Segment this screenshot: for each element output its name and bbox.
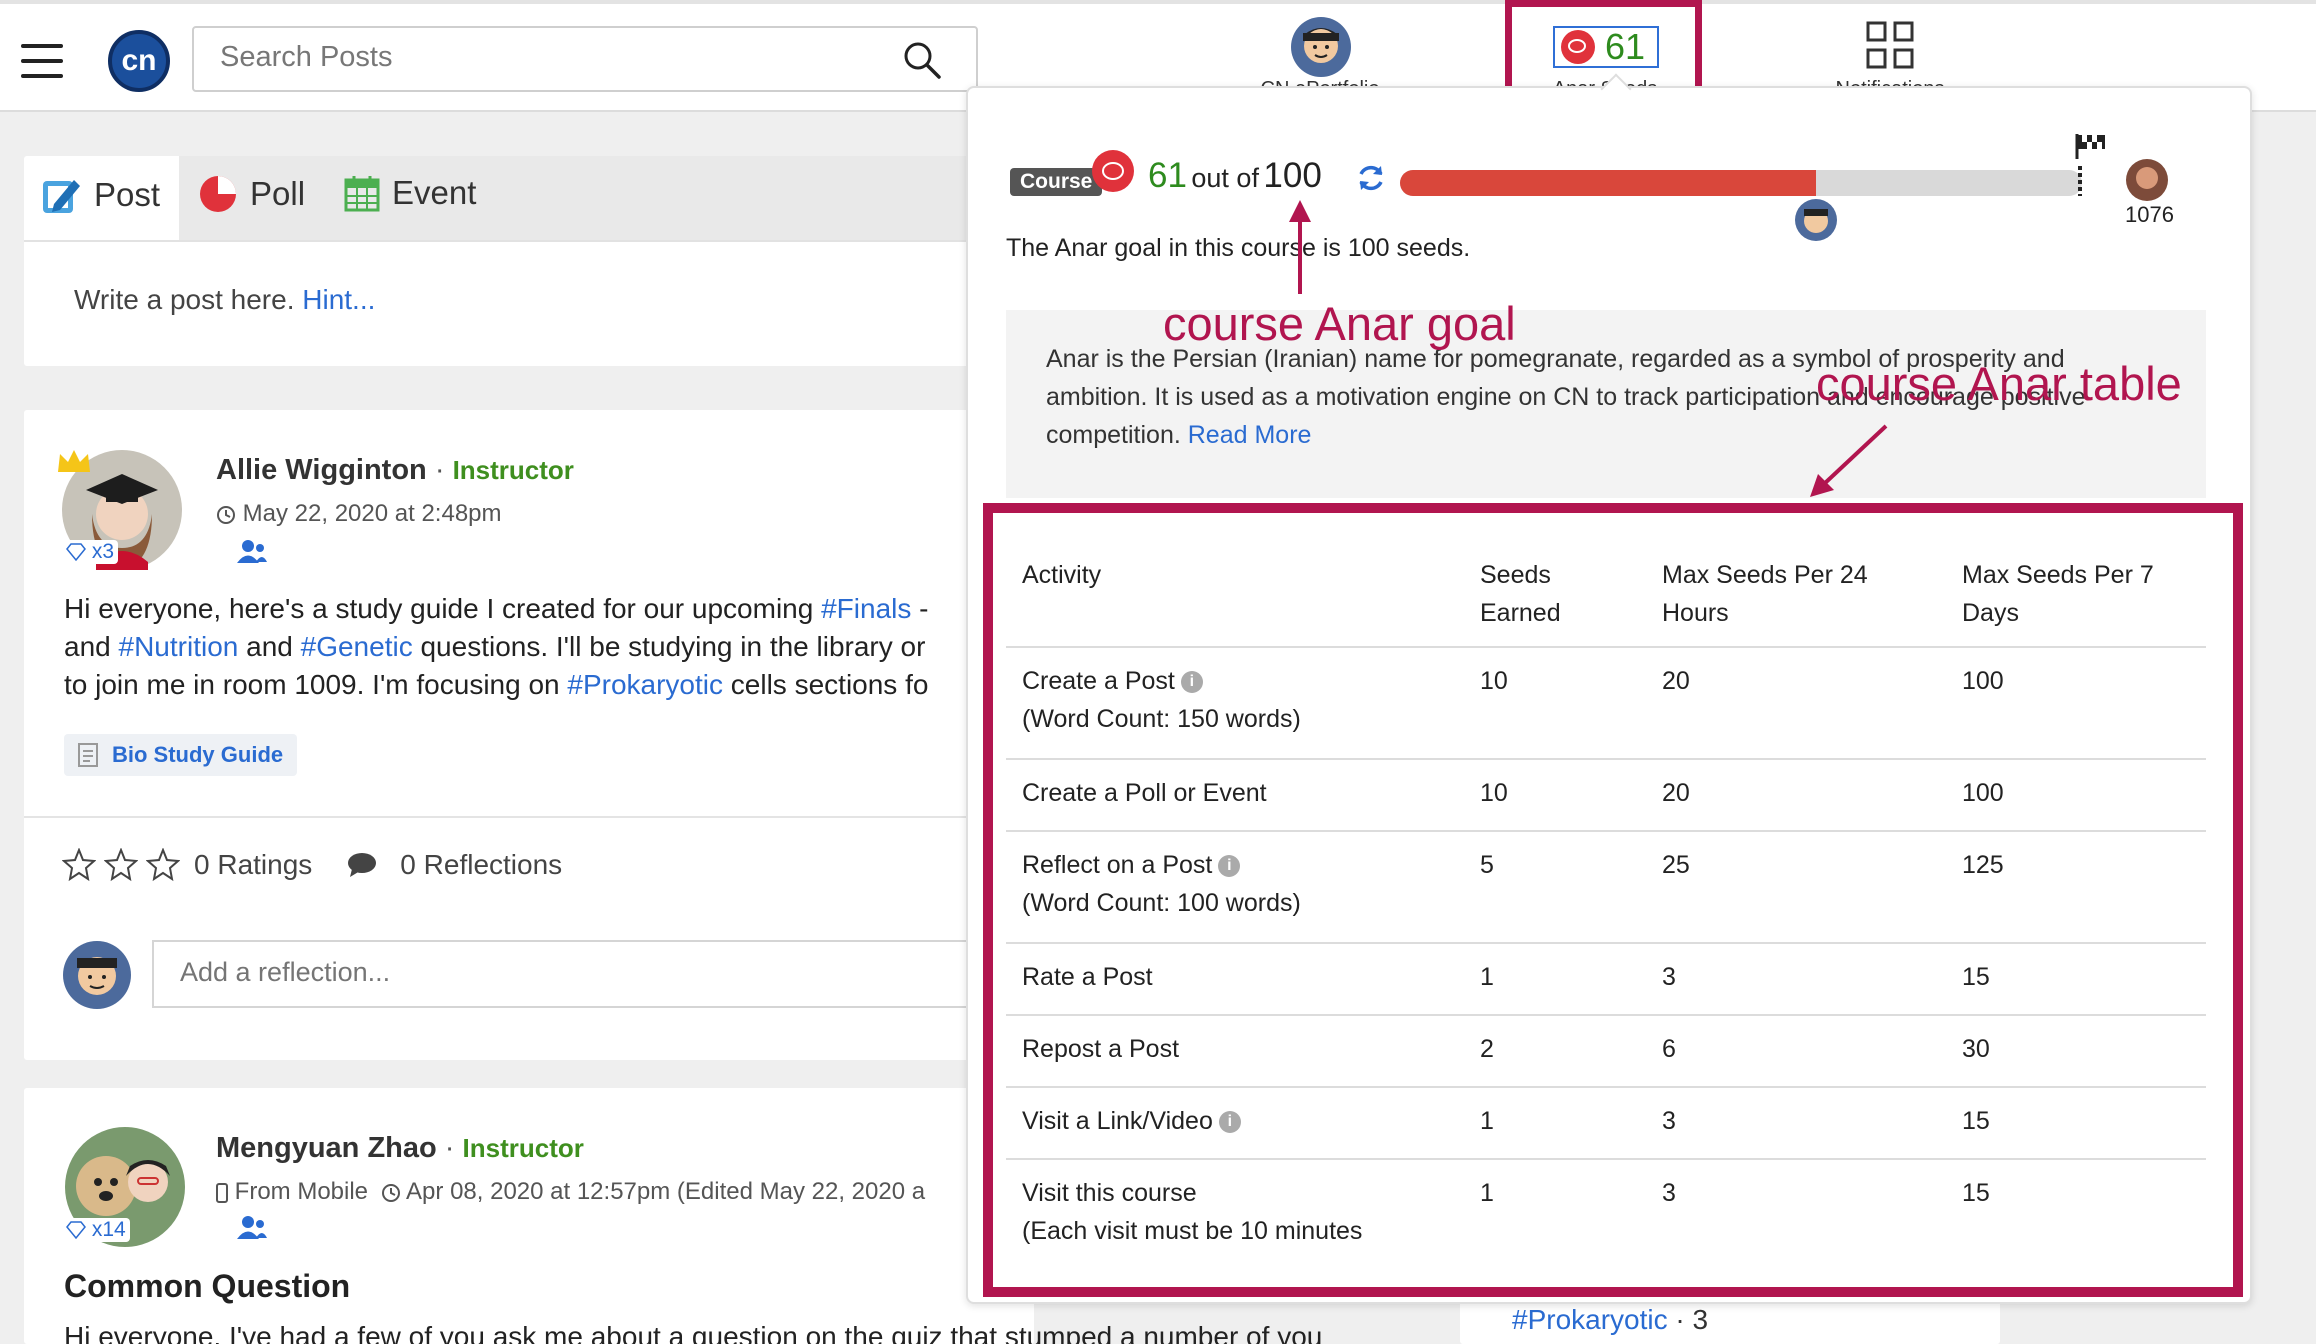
table-arrow (1822, 424, 1888, 486)
annotation-arrows (1289, 200, 1888, 497)
annotation-goal: course Anar goal (1163, 297, 1516, 350)
annotation-table: course Anar table (1816, 357, 2182, 410)
goal-arrowhead (1289, 200, 1311, 222)
